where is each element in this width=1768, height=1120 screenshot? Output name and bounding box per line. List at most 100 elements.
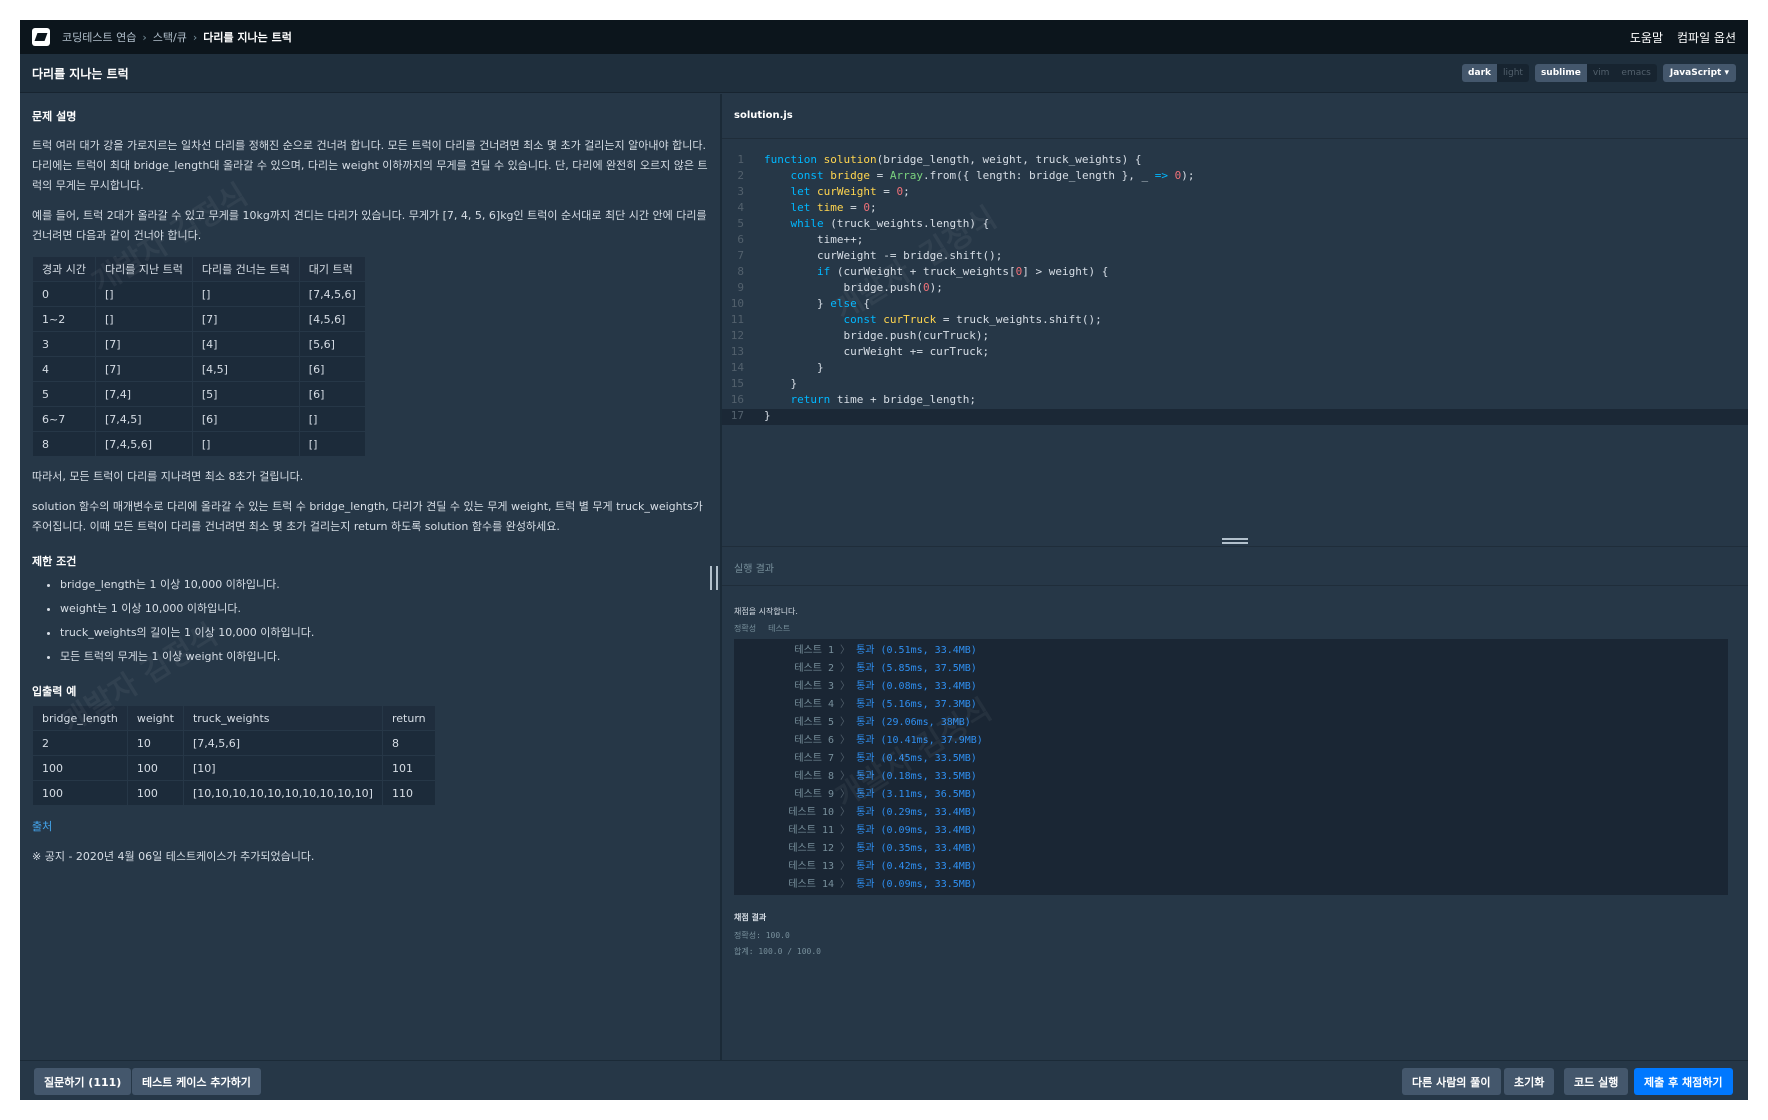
resize-grip-icon[interactable] [1222,538,1248,544]
line-number: 7 [737,249,744,262]
code-line: 15 } [722,377,1748,393]
table-cell: [10,10,10,10,10,10,10,10,10,10] [182,780,383,806]
code-text: const curTruck = truck_weights.shift(); [843,313,1102,326]
line-number: 6 [737,233,744,246]
table-cell: [7] [94,356,193,382]
code-line: 5 while (truck_weights.length) { [722,217,1748,233]
table-cell: 8 [32,431,96,457]
keymap-vim-option[interactable]: vim [1587,64,1616,82]
code-text: curWeight += curTruck; [764,345,990,358]
keymap-sublime-option[interactable]: sublime [1534,64,1587,82]
result-tabs: 정확성 테스트 [734,623,790,634]
line-number: 4 [737,201,744,214]
list-item: bridge_length는 1 이상 10,000 이하입니다. [60,573,708,597]
column-header: 다리를 건너는 트럭 [191,256,300,282]
table-cell: [6] [298,381,366,407]
list-item: weight는 1 이상 10,000 이하입니다. [60,597,708,621]
table-cell: 3 [32,331,96,357]
table-cell: 10 [126,730,184,756]
line-number: 3 [737,185,744,198]
add-testcase-button[interactable]: 테스트 케이스 추가하기 [132,1068,261,1095]
code-line: 12 bridge.push(curTruck); [722,329,1748,345]
test-name: 테스트 7 [794,753,834,764]
table-cell: [] [94,306,193,332]
resize-handle-icon[interactable] [710,566,718,590]
timeline-table: 경과 시간 다리를 지난 트럭 다리를 건너는 트럭 대기 트럭 0[][] [7… [32,256,366,457]
description-text: 트럭 여러 대가 강을 가로지르는 일차선 다리를 정해진 순으로 건너려 합니… [32,139,708,192]
programmers-logo-icon[interactable] [32,28,50,46]
table-cell: [4] [191,331,300,357]
help-link[interactable]: 도움말 [1630,29,1663,46]
theme-light-option[interactable]: light [1497,64,1529,82]
keymap-emacs-option[interactable]: emacs [1615,64,1656,82]
table-cell: [7,4,5] [94,406,193,432]
code-text: } [764,361,824,374]
notice-text: ※ 공지 - 2020년 4월 06일 테스트케이스가 추가되었습니다. [32,850,315,863]
code-line: 14 } [722,361,1748,377]
line-number: 2 [737,169,744,182]
code-text: } [764,409,771,422]
table-cell: [4,5] [191,356,300,382]
table-cell: 110 [381,780,436,806]
line-number: 8 [737,265,744,278]
top-navigation-bar: 코딩테스트 연습 › 스택/큐 › 다리를 지나는 트럭 도움말 컴파일 옵션 [20,20,1748,54]
test-result: 통과 (0.08ms, 33.4MB) [856,681,977,692]
table-cell: [] [298,431,366,457]
task-text: solution 함수의 매개변수로 다리에 올라갈 수 있는 트럭 수 bri… [32,500,703,533]
test-result: 통과 (0.51ms, 33.4MB) [856,645,977,656]
submit-button[interactable]: 제출 후 채점하기 [1634,1068,1733,1095]
table-cell: [7,4,5,6] [94,431,193,457]
source-link[interactable]: 출처 [32,818,708,834]
action-footer: 질문하기 (111) 테스트 케이스 추가하기 다른 사람의 풀이 초기화 코드… [20,1060,1748,1100]
line-number: 10 [730,297,744,310]
code-text: let time = 0; [790,201,877,214]
ask-question-button[interactable]: 질문하기 (111) [34,1068,132,1095]
run-code-button[interactable]: 코드 실행 [1564,1068,1629,1095]
tab-accuracy[interactable]: 정확성 [734,623,756,634]
table-row: 4 [7] [4,5] [6] [32,356,366,382]
test-name: 테스트 11 [788,825,834,836]
code-editor[interactable]: 1 function solution(bridge_length, weight… [722,138,1748,508]
test-result-row: 테스트 14 〉 통과 (0.09ms, 33.5MB) [734,876,1728,894]
test-result-row: 테스트 5 〉 통과 (29.06ms, 38MB) [734,714,1728,732]
tab-test[interactable]: 테스트 [768,623,790,634]
table-cell: [] [298,406,366,432]
chevron-right-icon: › [142,30,147,44]
test-results-list: 테스트 1 〉 통과 (0.51ms, 33.4MB) 테스트 2 〉 통과 (… [734,639,1728,895]
table-cell: 100 [126,780,184,806]
table-cell: [4,5,6] [298,306,366,332]
others-solutions-button[interactable]: 다른 사람의 풀이 [1402,1068,1501,1095]
compile-options-link[interactable]: 컴파일 옵션 [1677,29,1736,46]
line-number: 16 [730,393,744,406]
code-line-active: 17} [722,409,1748,425]
test-result: 통과 (0.42ms, 33.4MB) [856,861,977,872]
test-result: 통과 (5.85ms, 37.5MB) [856,663,977,674]
code-text: bridge.push(curTruck); [764,329,990,342]
code-text: const bridge = Array.from({ length: brid… [790,169,1195,182]
breadcrumb-coding-test[interactable]: 코딩테스트 연습 [62,29,136,45]
test-name: 테스트 3 [794,681,834,692]
table-row: 100 100 [10] 101 [32,755,436,781]
language-select[interactable]: JavaScript ▾ [1662,64,1736,82]
code-line: 1 function solution(bridge_length, weight… [722,153,1748,169]
table-cell: 100 [32,755,128,781]
breadcrumb-stack-queue[interactable]: 스택/큐 [153,29,187,45]
table-cell: 101 [381,755,436,781]
table-row: 3 [7] [4] [5,6] [32,331,366,357]
code-line: 16 return time + bridge_length; [722,393,1748,409]
problem-panel[interactable]: 문제 설명 트럭 여러 대가 강을 가로지르는 일차선 다리를 정해진 순으로 … [20,94,720,1060]
test-name: 테스트 10 [788,807,834,818]
reset-button[interactable]: 초기화 [1504,1068,1555,1095]
theme-dark-option[interactable]: dark [1462,64,1497,82]
table-cell: [5,6] [298,331,366,357]
column-header: 대기 트럭 [298,256,366,282]
editor-options: dark light sublime vim emacs JavaScript … [1462,64,1736,82]
test-name: 테스트 4 [794,699,834,710]
column-header: return [381,705,436,731]
timeline-table-body: 0[][] [7,4,5,6] 1~2[] [7] [4,5,6] 3 [7] [4] [5… [32,281,366,457]
test-result-row: 테스트 13 〉 통과 (0.42ms, 33.4MB) [734,858,1728,876]
code-text: function solution(bridge_length, weight,… [764,153,1142,166]
table-cell: 1~2 [32,306,96,332]
ide-window: 코딩테스트 연습 › 스택/큐 › 다리를 지나는 트럭 도움말 컴파일 옵션 … [20,20,1748,1100]
table-cell: [6] [298,356,366,382]
